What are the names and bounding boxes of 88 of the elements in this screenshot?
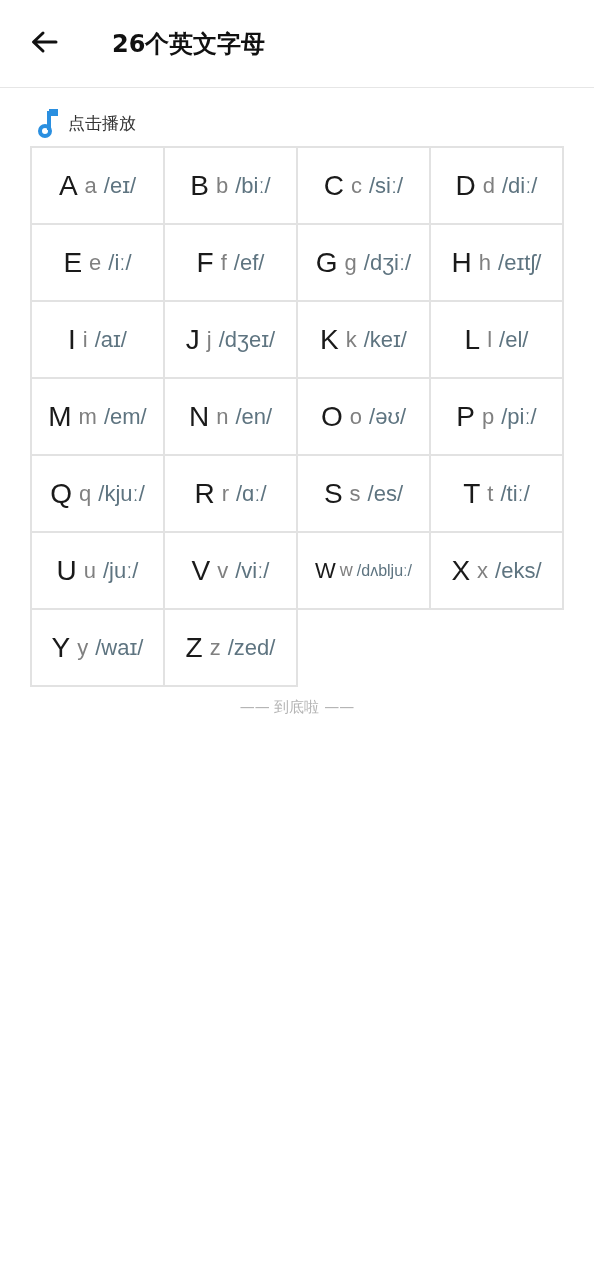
phonetic-symbol: /zed/: [227, 634, 276, 661]
uppercase-letter: W: [315, 557, 336, 584]
uppercase-letter: F: [196, 246, 214, 279]
lowercase-letter: e: [89, 249, 102, 276]
letter-card[interactable]: Z z /zed/: [163, 608, 298, 687]
uppercase-letter: U: [56, 554, 77, 587]
lowercase-letter: j: [206, 326, 212, 353]
phonetic-symbol: /ɑː/: [236, 480, 267, 507]
music-note-icon[interactable]: [38, 108, 60, 138]
phonetic-symbol: /es/: [367, 480, 404, 507]
uppercase-letter: Q: [50, 477, 73, 510]
lowercase-letter: z: [209, 634, 221, 661]
lowercase-letter: v: [217, 557, 229, 584]
lowercase-letter: b: [216, 172, 229, 199]
uppercase-letter: H: [451, 246, 472, 279]
uppercase-letter: D: [455, 169, 476, 202]
uppercase-letter: A: [58, 169, 78, 202]
uppercase-letter: P: [456, 400, 475, 433]
uppercase-letter: C: [323, 169, 344, 202]
phonetic-symbol: /kjuː/: [98, 480, 145, 507]
uppercase-letter: L: [464, 323, 481, 356]
page-title: 26个英文字母: [112, 28, 266, 60]
phonetic-symbol: /eɪtʃ/: [498, 249, 542, 276]
phonetic-symbol: /aɪ/: [94, 326, 127, 353]
uppercase-letter: T: [463, 477, 481, 510]
phonetic-symbol: /biː/: [235, 172, 271, 199]
play-label[interactable]: 点击播放: [68, 111, 136, 135]
phonetic-symbol: /viː/: [235, 557, 270, 584]
uppercase-letter: R: [194, 477, 215, 510]
lowercase-letter: l: [487, 326, 493, 353]
phonetic-symbol: /eɪ/: [103, 172, 137, 199]
lowercase-letter: f: [220, 249, 227, 276]
phonetic-symbol: /diː/: [502, 172, 538, 199]
phonetic-symbol: /ef/: [233, 249, 265, 276]
lowercase-letter: k: [345, 326, 357, 353]
lowercase-letter: o: [349, 403, 363, 430]
uppercase-letter: B: [190, 169, 209, 202]
phonetic-symbol: /piː/: [501, 403, 537, 430]
uppercase-letter: N: [188, 400, 210, 433]
uppercase-letter: J: [185, 323, 200, 356]
lowercase-letter: g: [344, 249, 357, 276]
lowercase-letter: c: [351, 172, 362, 199]
uppercase-letter: Y: [51, 631, 71, 664]
lowercase-letter: h: [478, 249, 492, 276]
phonetic-symbol: /em/: [103, 403, 147, 430]
lowercase-letter: r: [221, 480, 229, 507]
uppercase-letter: M: [48, 400, 72, 433]
lowercase-letter: p: [482, 403, 495, 430]
back-arrow-icon[interactable]: [30, 29, 58, 54]
uppercase-letter: I: [68, 323, 76, 356]
lowercase-letter: s: [349, 480, 361, 507]
phonetic-symbol: /tiː/: [500, 480, 530, 507]
lowercase-letter: t: [487, 480, 494, 507]
phonetic-symbol: /keɪ/: [363, 326, 407, 353]
phonetic-symbol: /dʒiː/: [363, 249, 412, 276]
letter-card[interactable]: A a /eɪ/: [30, 146, 165, 225]
phonetic-symbol: /waɪ/: [95, 634, 144, 661]
phonetic-symbol: /əʊ/: [369, 403, 406, 430]
lowercase-letter: q: [79, 480, 92, 507]
letter-card[interactable]: D d /diː/: [429, 146, 564, 225]
letter-card[interactable]: X x /eks/: [429, 531, 564, 610]
uppercase-letter: S: [323, 477, 343, 510]
uppercase-letter: K: [320, 323, 339, 356]
phonetic-symbol: /juː/: [103, 557, 139, 584]
lowercase-letter: n: [216, 403, 229, 430]
phonetic-symbol: /dʒeɪ/: [218, 326, 276, 353]
lowercase-letter: w: [339, 560, 353, 581]
uppercase-letter: V: [191, 554, 211, 587]
phonetic-symbol: /el/: [499, 326, 529, 353]
phonetic-symbol: /eks/: [495, 557, 542, 584]
uppercase-letter: O: [321, 400, 343, 433]
phonetic-symbol: /en/: [235, 403, 273, 430]
uppercase-letter: X: [451, 554, 471, 587]
phonetic-symbol: /siː/: [369, 172, 404, 199]
lowercase-letter: a: [84, 172, 97, 199]
phonetic-symbol: /dʌbljuː/: [356, 561, 412, 580]
end-of-list-text: —— 到底啦 ——: [238, 698, 356, 717]
lowercase-letter: d: [482, 172, 495, 199]
lowercase-letter: m: [78, 403, 97, 430]
lowercase-letter: x: [477, 557, 489, 584]
phonetic-symbol: /iː/: [108, 249, 132, 276]
lowercase-letter: u: [83, 557, 96, 584]
lowercase-letter: i: [82, 326, 88, 353]
uppercase-letter: Z: [185, 631, 203, 664]
uppercase-letter: E: [63, 246, 83, 279]
letter-card[interactable]: Y y /waɪ/: [30, 608, 165, 687]
uppercase-letter: G: [315, 246, 338, 279]
lowercase-letter: y: [77, 634, 89, 661]
